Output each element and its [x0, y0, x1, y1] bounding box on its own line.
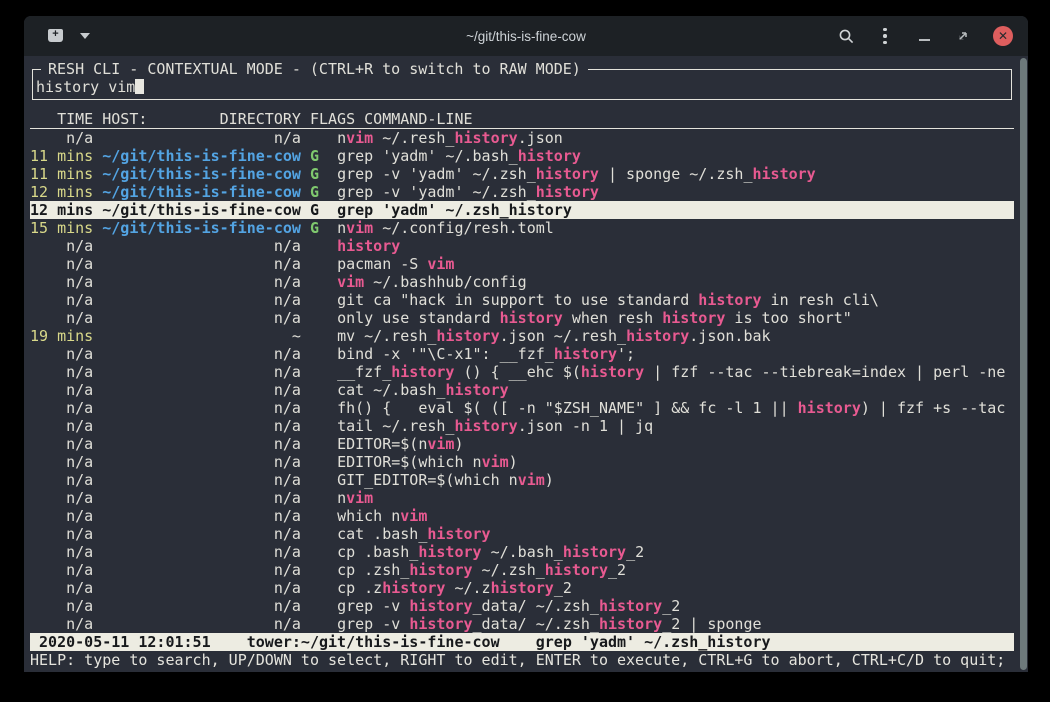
minimize-button[interactable]: [915, 27, 933, 45]
search-button[interactable]: [837, 27, 855, 45]
text-cursor: [135, 79, 144, 94]
history-row[interactable]: n/a n/a grep -v history_data/ ~/.zsh_his…: [30, 615, 1014, 633]
chevron-down-icon[interactable]: [80, 33, 90, 39]
search-query: history vim: [36, 78, 135, 96]
history-row[interactable]: n/a n/a nvim: [30, 489, 1014, 507]
history-row[interactable]: n/a n/a GIT_EDITOR=$(which nvim): [30, 471, 1014, 489]
history-row[interactable]: n/a n/a EDITOR=$(which nvim): [30, 453, 1014, 471]
search-icon: [838, 28, 855, 45]
history-row[interactable]: 11 mins ~/git/this-is-fine-cow G grep 'y…: [30, 147, 1014, 165]
terminal-window: + ~/git/this-is-fine-cow: [24, 16, 1028, 672]
search-input[interactable]: history vim: [36, 78, 1011, 96]
history-row[interactable]: n/a n/a only use standard history when r…: [30, 309, 1014, 327]
history-row[interactable]: n/a n/a fh() { eval $( ([ -n "$ZSH_NAME"…: [30, 399, 1014, 417]
history-row[interactable]: n/a n/a cp .zhistory ~/.zhistory_2: [30, 579, 1014, 597]
history-row[interactable]: n/a n/a EDITOR=$(nvim): [30, 435, 1014, 453]
status-bar: 2020-05-11 12:01:51 tower:~/git/this-is-…: [30, 633, 1014, 651]
kebab-dot: [883, 41, 887, 45]
restore-icon: [957, 30, 969, 42]
table-header: TIME HOST: DIRECTORY FLAGS COMMAND-LINE: [30, 110, 1014, 129]
help-line: HELP: type to search, UP/DOWN to select,…: [30, 651, 1014, 669]
history-row[interactable]: 15 mins ~/git/this-is-fine-cow G nvim ~/…: [30, 219, 1014, 237]
new-tab-button[interactable]: +: [46, 28, 65, 44]
history-row[interactable]: 19 mins ~ mv ~/.resh_history.json ~/.res…: [30, 327, 1014, 345]
history-row[interactable]: n/a n/a grep -v history_data/ ~/.zsh_his…: [30, 597, 1014, 615]
history-row[interactable]: n/a n/a vim ~/.bashhub/config: [30, 273, 1014, 291]
resh-search-box: RESH CLI - CONTEXTUAL MODE - (CTRL+R to …: [32, 60, 1012, 100]
search-box-title: RESH CLI - CONTEXTUAL MODE - (CTRL+R to …: [41, 60, 588, 78]
minimize-icon: [919, 39, 930, 41]
restore-button[interactable]: [954, 27, 972, 45]
menu-button[interactable]: [876, 27, 894, 45]
history-rows: n/a n/a nvim ~/.resh_history.json11 mins…: [30, 129, 1014, 633]
kebab-dot: [883, 28, 887, 32]
plus-icon: +: [48, 28, 63, 41]
history-row[interactable]: n/a n/a nvim ~/.resh_history.json: [30, 129, 1014, 147]
history-row[interactable]: n/a n/a cat .bash_history: [30, 525, 1014, 543]
history-row[interactable]: n/a n/a bind -x '"\C-x1": __fzf_history'…: [30, 345, 1014, 363]
scrollbar[interactable]: [1020, 58, 1027, 670]
history-row[interactable]: n/a n/a which nvim: [30, 507, 1014, 525]
title-bar: + ~/git/this-is-fine-cow: [24, 16, 1028, 56]
history-row[interactable]: n/a n/a history: [30, 237, 1014, 255]
history-row[interactable]: n/a n/a cat ~/.bash_history: [30, 381, 1014, 399]
history-row[interactable]: n/a n/a cp .zsh_history ~/.zsh_history_2: [30, 561, 1014, 579]
history-row[interactable]: n/a n/a tail ~/.resh_history.json -n 1 |…: [30, 417, 1014, 435]
history-row[interactable]: 12 mins ~/git/this-is-fine-cow G grep 'y…: [30, 201, 1014, 219]
terminal-content: RESH CLI - CONTEXTUAL MODE - (CTRL+R to …: [24, 56, 1028, 672]
history-row[interactable]: n/a n/a cp .bash_history ~/.bash_history…: [30, 543, 1014, 561]
history-row[interactable]: n/a n/a __fzf_history () { __ehc $(histo…: [30, 363, 1014, 381]
history-row[interactable]: 12 mins ~/git/this-is-fine-cow G grep -v…: [30, 183, 1014, 201]
close-button[interactable]: ✕: [993, 26, 1013, 46]
history-row[interactable]: n/a n/a pacman -S vim: [30, 255, 1014, 273]
history-row[interactable]: n/a n/a git ca "hack in support to use s…: [30, 291, 1014, 309]
kebab-dot: [883, 34, 887, 38]
history-row[interactable]: 11 mins ~/git/this-is-fine-cow G grep -v…: [30, 165, 1014, 183]
